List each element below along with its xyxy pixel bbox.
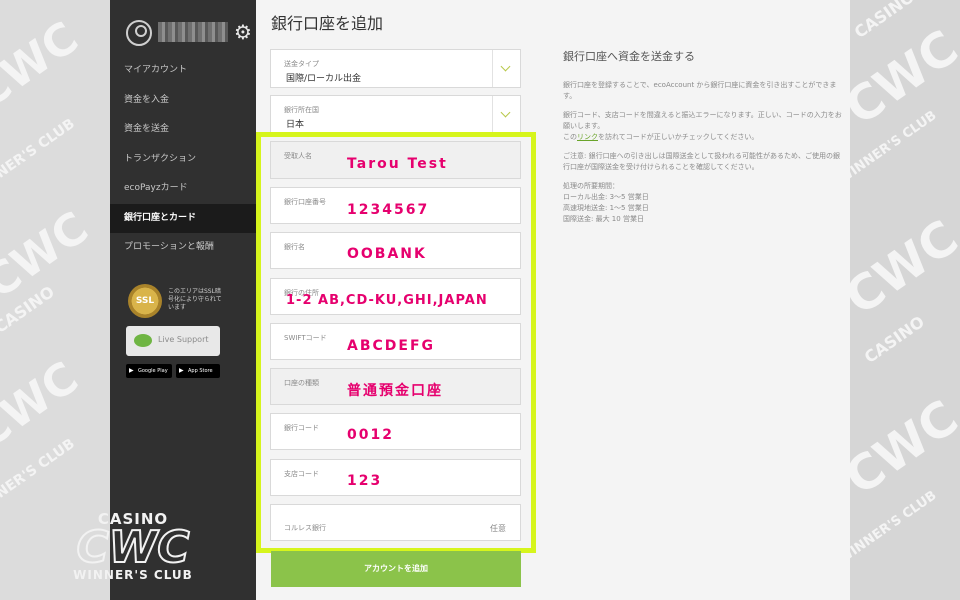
ssl-seal: SSL このエリアはSSL暗号化により守られています [128,284,228,318]
gear-icon[interactable]: ⚙ [234,20,252,44]
watermark-right: CWC CASINO WINNER'S CLUB CWC CASINO CWC … [850,0,960,600]
watermark-text: WINNER'S CLUB [0,115,78,201]
sidebar-item-ecopayz-card[interactable]: ecoPayzカード [110,174,256,204]
info-panel: 銀行口座へ資金を送金する 銀行口座を登録することで、ecoAccount から銀… [563,48,843,233]
watermark-text: CWC [0,12,88,119]
info-text: を訪れてコードが正しいかチェックしてください。 [598,133,759,141]
info-paragraph: 銀行口座を登録することで、ecoAccount から銀行口座に資金を引き出すこと… [563,81,837,100]
google-play-badge[interactable]: Google Play [126,364,172,378]
dropdown-toggle[interactable] [492,96,520,133]
logo-winners-club-text: WINNER'S CLUB [73,568,193,582]
sidebar-item-promotions[interactable]: プロモーションと報酬 [110,233,256,263]
info-text: 高速現地送金: 1〜5 営業日 [563,204,649,212]
watermark-text: CWC [850,209,960,327]
processing-times: 処理の所要期間： ローカル出金: 3〜5 営業日 高速現地送金: 1〜5 営業日… [563,181,843,225]
logo-cwc-text: CWC [75,522,190,573]
chevron-down-icon [500,107,511,118]
sidebar-item-transactions[interactable]: トランザクション [110,145,256,175]
chevron-down-icon [500,61,511,72]
live-support-label: Live Support [158,335,209,344]
avatar-icon[interactable] [126,20,152,46]
info-text: 国際送金: 最大 10 営業日 [563,215,644,223]
info-text: 銀行コード、支店コードを間違えると振込エラーになります。正しい、コードの入力をお… [563,111,842,130]
cwc-logo: CASINO CWC WINNER'S CLUB [68,510,198,590]
chat-bubble-icon [134,334,152,347]
highlight-frame [256,132,536,553]
field-value: 日本 [286,120,305,130]
bank-country-select[interactable]: 銀行所在国 日本 [270,95,521,134]
page-title: 銀行口座を追加 [271,14,384,33]
info-text: ローカル出金: 3〜5 営業日 [563,193,649,201]
info-text: 処理の所要期間： [563,182,619,190]
ssl-badge-icon: SSL [128,284,162,318]
info-title: 銀行口座へ資金を送金する [563,50,695,63]
info-paragraph: ご注意: 銀行口座への引き出しは国際送金として扱われる可能性があるため、ご使用の… [563,152,841,171]
watermark-text: CWC [850,389,960,507]
watermark-text: CASINO [850,0,918,42]
ssl-text: このエリアはSSL暗号化により守られています [168,288,222,311]
add-account-button[interactable]: アカウントを追加 [271,551,521,587]
field-label: 送金タイプ [284,60,319,68]
app-store-badge[interactable]: App Store [176,364,220,378]
live-support-button[interactable]: Live Support [126,326,220,356]
field-label: 銀行所在国 [284,106,319,114]
dropdown-toggle[interactable] [492,50,520,87]
sidebar-item-send[interactable]: 資金を送金 [110,115,256,145]
sidebar-item-deposit[interactable]: 資金を入金 [110,86,256,116]
transfer-type-select[interactable]: 送金タイプ 国際/ローカル出金 [270,49,521,88]
username-blurred [158,22,228,42]
info-paragraph: 銀行コード、支店コードを間違えると振込エラーになります。正しい、コードの入力をお… [563,110,843,143]
main-panel: 銀行口座を追加 送金タイプ 国際/ローカル出金 銀行所在国 日本 受取人名 Ta… [256,0,850,600]
watermark-text: WINNER'S CLUB [0,435,78,521]
field-value: 国際/ローカル出金 [286,74,362,84]
sidebar-item-bank-accounts[interactable]: 銀行口座とカード [110,203,256,233]
watermark-text: CWC [0,352,88,459]
sidebar-nav: マイアカウント 資金を入金 資金を送金 トランザクション ecoPayzカード … [110,56,256,263]
profile-header: ⚙ [126,18,252,48]
bank-code-link[interactable]: リンク [577,133,598,141]
sidebar-item-my-account[interactable]: マイアカウント [110,56,256,86]
info-text: この [563,133,577,141]
